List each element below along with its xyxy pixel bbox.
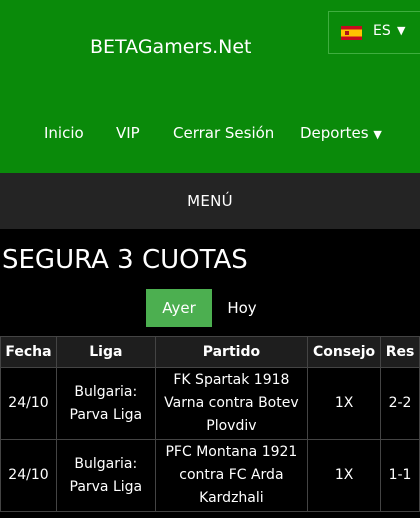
table-header-row: Fecha Liga Partido Consejo Res: [0, 336, 420, 368]
menu-label: MENÚ: [187, 192, 233, 210]
col-res-header: Res: [380, 336, 420, 368]
cell-res: 2-2: [380, 367, 420, 440]
cell-partido: PFC Montana 1921 contra FC Arda Kardzhal…: [154, 439, 309, 512]
cell-liga: Bulgaria: Parva Liga: [55, 367, 156, 440]
predictions-table: Fecha Liga Partido Consejo Res 24/10 Bul…: [0, 336, 420, 512]
site-header: BETAGamers.Net ES ▼ Inicio VIP Cerrar Se…: [0, 0, 420, 173]
nav-cerrar-sesion[interactable]: Cerrar Sesión: [173, 124, 274, 142]
col-fecha-header: Fecha: [0, 336, 57, 368]
cell-consejo: 1X: [307, 439, 382, 512]
table-row: 24/10 Bulgaria: Parva Liga FK Spartak 19…: [0, 367, 420, 440]
caret-down-icon: ▼: [397, 24, 406, 37]
nav-inicio[interactable]: Inicio: [44, 124, 84, 142]
cell-fecha: 24/10: [0, 439, 57, 512]
nav-deportes[interactable]: Deportes ▼: [300, 124, 382, 142]
nav-deportes-label: Deportes: [300, 124, 369, 142]
spain-flag-icon: [341, 26, 362, 40]
cell-liga: Bulgaria: Parva Liga: [55, 439, 156, 512]
cell-fecha: 24/10: [0, 367, 57, 440]
col-liga-header: Liga: [55, 336, 156, 368]
col-consejo-header: Consejo: [307, 336, 382, 368]
caret-down-icon: ▼: [373, 128, 382, 141]
cell-res: 1-1: [380, 439, 420, 512]
col-partido-header: Partido: [154, 336, 309, 368]
page-title: SEGURA 3 CUOTAS: [2, 245, 248, 275]
main-nav: Inicio VIP Cerrar Sesión Deportes ▼: [0, 124, 420, 144]
language-code: ES: [373, 23, 391, 39]
menu-toggle[interactable]: MENÚ: [0, 173, 420, 229]
cell-partido: FK Spartak 1918 Varna contra Botev Plovd…: [154, 367, 309, 440]
table-row: 24/10 Bulgaria: Parva Liga PFC Montana 1…: [0, 439, 420, 512]
day-tabs: Ayer Hoy: [0, 277, 420, 337]
tab-yesterday[interactable]: Ayer: [146, 289, 212, 327]
nav-vip[interactable]: VIP: [116, 124, 140, 142]
tab-today[interactable]: Hoy: [212, 289, 272, 327]
cell-consejo: 1X: [307, 367, 382, 440]
site-title[interactable]: BETAGamers.Net: [90, 36, 252, 58]
language-selector[interactable]: ES ▼: [328, 11, 420, 54]
